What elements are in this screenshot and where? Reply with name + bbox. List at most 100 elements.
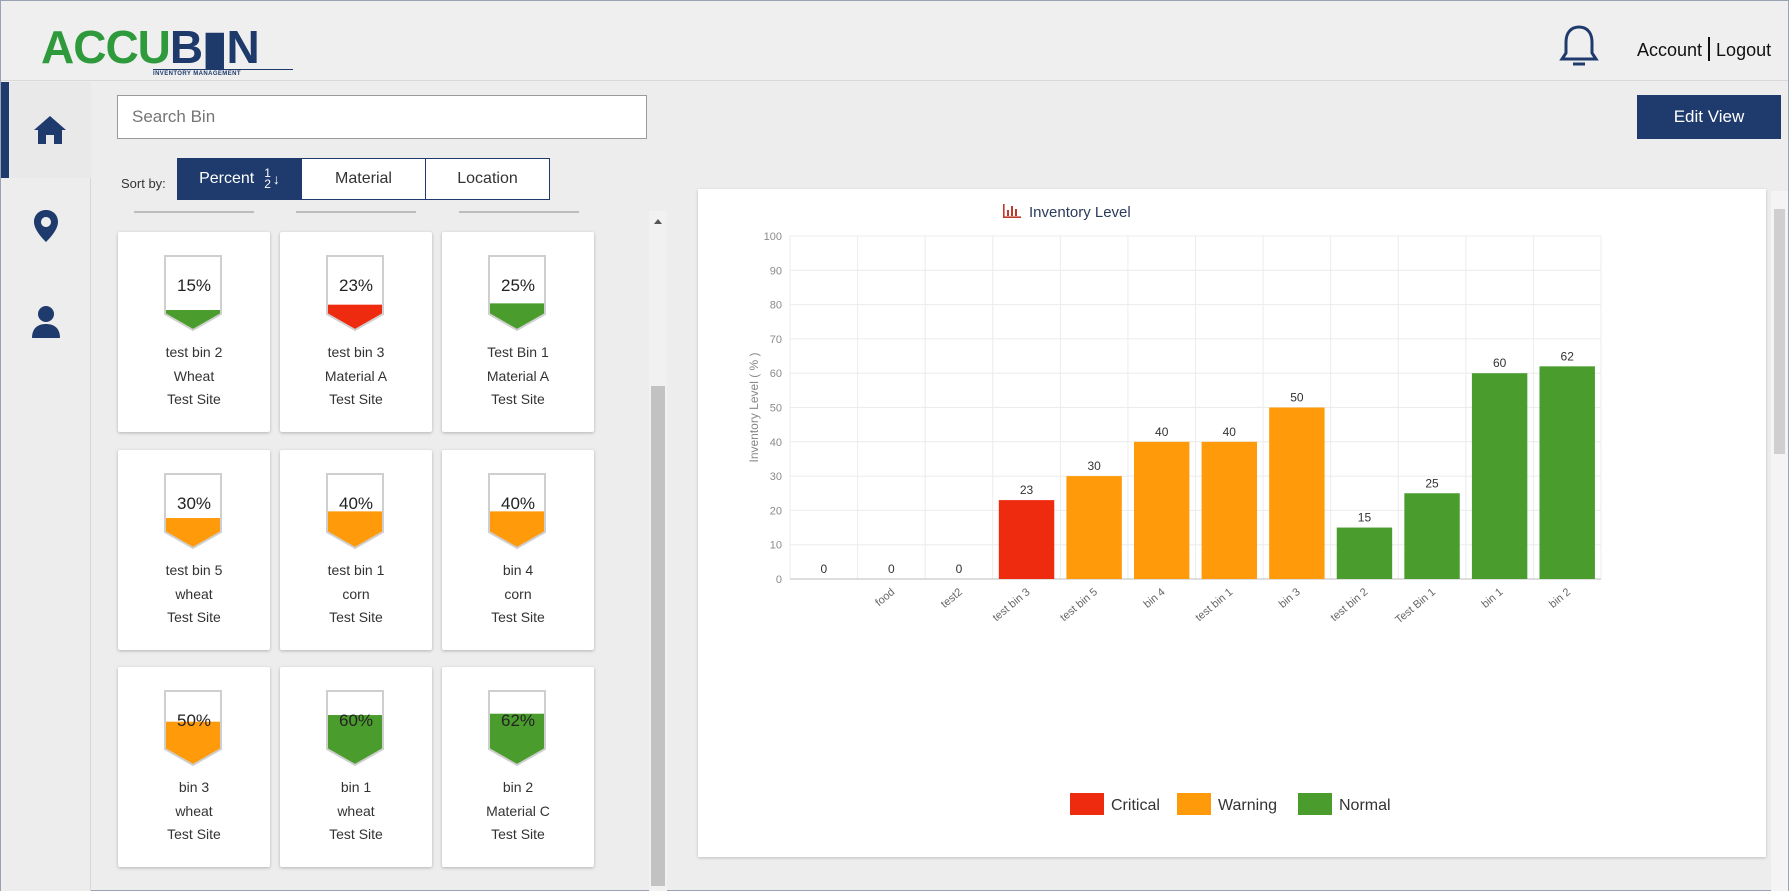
bar-value-label: 30 — [1087, 459, 1101, 473]
y-tick-label: 50 — [770, 403, 782, 415]
bar[interactable] — [1336, 527, 1393, 579]
bin-fill — [165, 310, 221, 330]
bin-name: bin 2 — [502, 779, 534, 795]
nav-item-home[interactable] — [1, 82, 91, 178]
sort-material-button[interactable]: Material — [301, 159, 425, 199]
user-icon — [32, 306, 60, 338]
bin-card[interactable]: 25% Test Bin 1 Material A Test Site — [442, 232, 594, 432]
bin-percent: 62% — [500, 711, 536, 730]
x-tick-label: test bin 5 — [1058, 586, 1100, 624]
bin-card[interactable]: 60% bin 1 wheat Test Site — [280, 667, 432, 867]
bar[interactable] — [1133, 441, 1190, 579]
page-scrollbar[interactable] — [1771, 191, 1788, 891]
bin-card[interactable]: 50% bin 3 wheat Test Site — [118, 667, 270, 867]
y-tick-label: 40 — [770, 437, 782, 449]
legend-label: Critical — [1111, 797, 1160, 814]
accubin-logo[interactable]: ACCUB▮N INVENTORY MANAGEMENT — [41, 21, 293, 77]
edit-view-button[interactable]: Edit View — [1637, 95, 1781, 139]
logout-link[interactable]: Logout — [1716, 40, 1771, 60]
sort-arrow-icon: ↓ — [272, 171, 280, 187]
x-tick-label: bin 1 — [1480, 586, 1506, 611]
account-links: Account Logout — [1637, 37, 1771, 61]
legend-item[interactable]: Warning — [1177, 793, 1277, 815]
sort-label: Sort by: — [121, 176, 166, 191]
x-tick-label: bin 3 — [1277, 586, 1303, 611]
bin-fill — [165, 518, 221, 548]
bin-material: Wheat — [173, 368, 215, 384]
legend-item[interactable]: Critical — [1070, 793, 1160, 815]
scrollbar-thumb[interactable] — [1774, 209, 1785, 454]
bin-card[interactable]: 62% bin 2 Material C Test Site — [442, 667, 594, 867]
bar-value-label: 40 — [1223, 425, 1237, 439]
top-bar: ACCUB▮N INVENTORY MANAGEMENT Account Logo… — [1, 1, 1788, 81]
bar[interactable] — [998, 500, 1055, 579]
sort-percent-button[interactable]: Percent 1 2 ↓ — [178, 159, 301, 199]
y-tick-label: 20 — [770, 505, 782, 517]
bin-name: test bin 1 — [327, 562, 385, 578]
card-edge — [134, 211, 254, 213]
card-edge — [459, 211, 579, 213]
scroll-up-icon[interactable] — [654, 219, 662, 224]
x-tick-label: bin 4 — [1142, 586, 1168, 611]
bar[interactable] — [1471, 373, 1528, 579]
scrollbar-thumb[interactable] — [651, 386, 665, 886]
card-edge — [296, 211, 416, 213]
bar-value-label: 25 — [1425, 476, 1439, 490]
bin-name: bin 3 — [178, 779, 210, 795]
bar-value-label: 0 — [888, 562, 895, 576]
bar[interactable] — [1404, 493, 1460, 579]
sort-location-button[interactable]: Location — [425, 159, 549, 199]
bin-card[interactable]: 23% test bin 3 Material A Test Site — [280, 232, 432, 432]
bin-material: Material A — [324, 368, 388, 384]
bar[interactable] — [1201, 441, 1258, 579]
bin-location: Test Site — [167, 391, 221, 407]
logo-bin-glyph: ▮ — [202, 21, 227, 73]
x-tick-label: Test Bin 1 — [1393, 586, 1438, 626]
sort-percent-label: Percent — [199, 170, 255, 187]
y-tick-label: 0 — [776, 574, 782, 586]
nav-item-location[interactable] — [1, 178, 91, 274]
bin-percent: 15% — [176, 276, 212, 295]
bin-name: bin 4 — [502, 562, 534, 578]
logo-text-b: B — [169, 21, 203, 73]
logo-text-n: N — [226, 21, 259, 73]
bar[interactable] — [1269, 407, 1325, 580]
home-icon — [34, 116, 66, 144]
bin-material: Material C — [486, 803, 550, 819]
bin-name: Test Bin 1 — [487, 344, 549, 360]
bar-value-label: 0 — [820, 562, 827, 576]
bin-percent: 60% — [338, 711, 374, 730]
bin-material: corn — [342, 586, 370, 602]
y-tick-label: 100 — [764, 231, 782, 243]
bin-list-scrollbar[interactable] — [649, 211, 667, 891]
x-tick-label: test bin 3 — [991, 586, 1033, 624]
x-tick-label: test bin 1 — [1193, 586, 1235, 624]
nav-item-user[interactable] — [1, 274, 91, 370]
bin-location: Test Site — [329, 391, 383, 407]
bin-location: Test Site — [167, 609, 221, 625]
bin-material: wheat — [337, 803, 375, 819]
legend-item[interactable]: Normal — [1298, 793, 1391, 815]
bin-card[interactable]: 40% bin 4 corn Test Site — [442, 450, 594, 650]
bin-material: wheat — [175, 586, 213, 602]
logo-text-accu: ACCU — [41, 21, 171, 73]
bin-card[interactable]: 40% test bin 1 corn Test Site — [280, 450, 432, 650]
bin-name: test bin 5 — [165, 562, 223, 578]
bar[interactable] — [1066, 476, 1122, 579]
bell-icon[interactable] — [1557, 23, 1601, 71]
y-tick-label: 60 — [770, 368, 782, 380]
account-link[interactable]: Account — [1637, 40, 1702, 60]
bin-card[interactable]: 15% test bin 2 Wheat Test Site — [118, 232, 270, 432]
x-tick-label: test2 — [939, 586, 965, 611]
legend-label: Normal — [1339, 797, 1391, 814]
x-tick-label: test bin 2 — [1328, 586, 1370, 624]
bar[interactable] — [1539, 366, 1595, 579]
search-input[interactable] — [117, 95, 647, 139]
y-tick-label: 70 — [770, 334, 782, 346]
bar-value-label: 15 — [1358, 511, 1372, 525]
bin-card[interactable]: 30% test bin 5 wheat Test Site — [118, 450, 270, 650]
bin-percent: 50% — [176, 711, 212, 730]
bin-material: Material A — [486, 368, 550, 384]
bin-percent: 23% — [338, 276, 374, 295]
bin-location: Test Site — [329, 826, 383, 842]
